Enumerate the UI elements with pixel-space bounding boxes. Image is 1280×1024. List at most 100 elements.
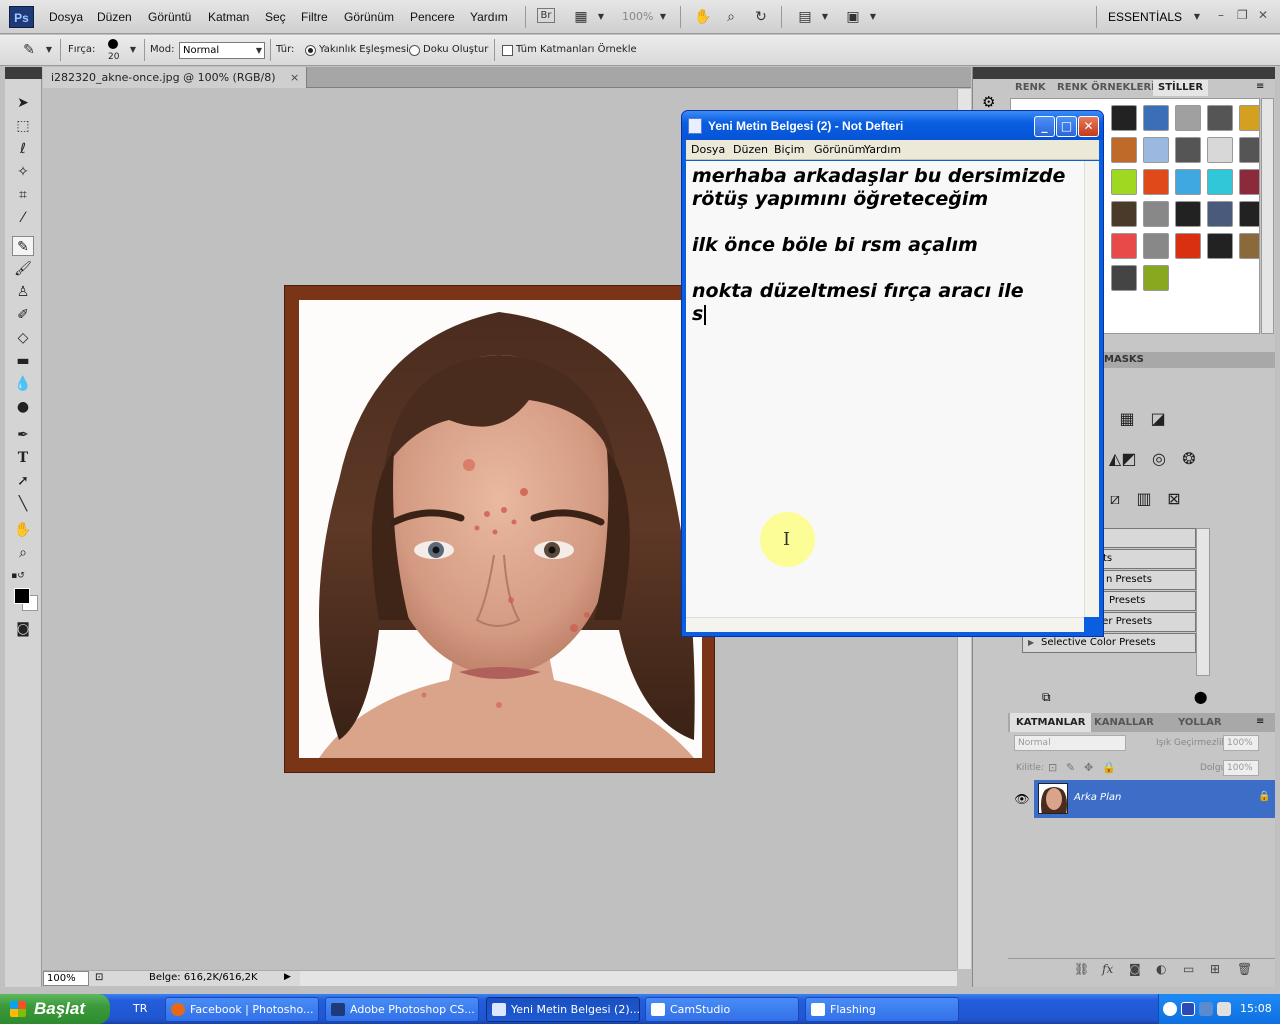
notepad-vertical-scrollbar[interactable] <box>1084 161 1099 617</box>
style-swatch[interactable] <box>1143 265 1169 291</box>
style-swatch[interactable] <box>1143 233 1169 259</box>
canvas-horizontal-scrollbar[interactable] <box>300 970 957 986</box>
network-icon[interactable] <box>1199 1002 1213 1016</box>
blur-tool-icon[interactable]: 💧 <box>12 374 34 394</box>
arrange-documents-icon[interactable]: ▤ <box>796 8 814 26</box>
style-swatch[interactable] <box>1239 233 1259 259</box>
screen-mode-icon[interactable]: ▣ <box>844 8 862 26</box>
close-button[interactable]: ✕ <box>1078 116 1099 137</box>
move-tool-icon[interactable]: ➤ <box>12 93 34 113</box>
workspace-switcher[interactable]: ESSENTİALS <box>1108 10 1182 24</box>
style-swatch[interactable] <box>1239 105 1259 131</box>
style-swatch[interactable] <box>1111 169 1137 195</box>
tab-renk[interactable]: RENK <box>1010 80 1051 96</box>
line-tool-icon[interactable]: ╲ <box>12 494 34 514</box>
panel-menu-icon[interactable]: ≡ <box>1256 716 1264 727</box>
style-swatch[interactable] <box>1175 201 1201 227</box>
channel-mixer-icon[interactable]: ❂ <box>1178 448 1200 470</box>
zoom-tool-icon[interactable]: ⌕ <box>722 8 740 26</box>
np-menu-bicim[interactable]: Biçim <box>774 143 804 156</box>
history-brush-tool-icon[interactable]: ✐ <box>12 305 34 325</box>
notepad-horizontal-scrollbar[interactable] <box>686 617 1084 632</box>
style-swatch[interactable] <box>1239 169 1259 195</box>
maximize-button[interactable]: □ <box>1056 116 1077 137</box>
sample-all-layers-checkbox[interactable] <box>502 45 513 56</box>
dodge-tool-icon[interactable]: ● <box>12 397 34 417</box>
pen-tool-icon[interactable]: ✒ <box>12 425 34 445</box>
chevron-down-icon[interactable]: ▼ <box>592 8 610 26</box>
chevron-down-icon[interactable]: ▼ <box>816 8 834 26</box>
style-swatch[interactable] <box>1239 201 1259 227</box>
fill-input[interactable]: 100% <box>1223 760 1259 776</box>
style-swatch[interactable] <box>1207 201 1233 227</box>
minimize-button[interactable]: _ <box>1034 116 1055 137</box>
exposure-icon[interactable]: ◪ <box>1147 408 1169 430</box>
style-swatch[interactable] <box>1111 233 1137 259</box>
style-swatch[interactable] <box>1175 105 1201 131</box>
status-zoom-input[interactable]: 100% <box>43 971 89 986</box>
np-menu-yardim[interactable]: Yardım <box>864 143 901 156</box>
tab-kanallar[interactable]: KANALLAR <box>1088 713 1160 732</box>
new-layer-icon[interactable]: ⊞ <box>1210 962 1220 976</box>
style-swatch[interactable] <box>1111 265 1137 291</box>
style-swatch[interactable] <box>1207 105 1233 131</box>
minibridge-icon[interactable]: ▦ <box>572 8 590 26</box>
color-balance-icon[interactable]: ◎ <box>1148 448 1170 470</box>
tab-stiller[interactable]: STİLLER <box>1153 80 1209 96</box>
quick-selection-tool-icon[interactable]: ✧ <box>12 162 34 182</box>
style-swatch[interactable] <box>1143 201 1169 227</box>
notepad-text-area[interactable]: merhaba arkadaşlar bu dersimizde rötüş y… <box>686 161 1084 617</box>
style-swatch[interactable] <box>1111 137 1137 163</box>
layer-row-background[interactable]: Arka Plan 🔒 <box>1034 780 1275 818</box>
add-mask-icon[interactable]: ◙ <box>1129 962 1141 976</box>
swap-colors-icon[interactable]: ▪↺ <box>7 566 29 586</box>
style-swatch[interactable] <box>1175 233 1201 259</box>
style-swatch[interactable] <box>1207 137 1233 163</box>
zoom-level[interactable]: 100% <box>622 10 653 23</box>
clip-layer-icon[interactable]: ⬤ <box>1194 690 1207 704</box>
menu-duzen[interactable]: Düzen <box>97 10 132 24</box>
menu-yardim[interactable]: Yardım <box>470 10 508 24</box>
style-swatch[interactable] <box>1143 169 1169 195</box>
rotate-view-icon[interactable]: ↻ <box>752 8 770 26</box>
task-notepad[interactable]: Yeni Metin Belgesi (2)... <box>486 997 640 1022</box>
return-to-list-icon[interactable]: ⧉ <box>1042 690 1051 705</box>
task-facebook[interactable]: Facebook | Photosho... <box>165 997 319 1022</box>
spot-healing-brush-icon[interactable]: ✎ <box>20 41 38 59</box>
menu-filtre[interactable]: Filtre <box>301 10 328 24</box>
brush-tool-icon[interactable]: 🖌 <box>12 259 34 279</box>
mode-select[interactable]: Normal ▼ <box>179 42 265 59</box>
eyedropper-tool-icon[interactable]: ⁄ <box>12 208 34 228</box>
eraser-tool-icon[interactable]: ◇ <box>12 328 34 348</box>
lock-position-icon[interactable]: ✥ <box>1084 761 1093 774</box>
minimize-icon[interactable]: – <box>1218 8 1224 22</box>
task-camstudio[interactable]: CamStudio <box>645 997 799 1022</box>
blend-mode-select[interactable]: Normal <box>1014 735 1126 751</box>
menu-dosya[interactable]: Dosya <box>49 10 83 24</box>
restore-icon[interactable]: ❐ <box>1237 8 1248 22</box>
hue-saturation-icon[interactable]: ◩ <box>1118 448 1140 470</box>
visibility-eye-icon[interactable]: 👁 <box>1012 780 1032 818</box>
task-flashing[interactable]: Flashing <box>805 997 959 1022</box>
np-menu-dosya[interactable]: Dosya <box>691 143 725 156</box>
quick-mask-icon[interactable]: ◙ <box>12 619 34 639</box>
menu-pencere[interactable]: Pencere <box>410 10 455 24</box>
style-swatch[interactable] <box>1207 233 1233 259</box>
style-swatch[interactable] <box>1143 137 1169 163</box>
zoom-tool-icon[interactable]: ⌕ <box>12 543 34 563</box>
lock-transparent-icon[interactable]: ⊡ <box>1048 761 1057 774</box>
link-layers-icon[interactable]: ⛓ <box>1074 962 1089 976</box>
tab-yollar[interactable]: YOLLAR <box>1172 713 1228 732</box>
style-swatch[interactable] <box>1175 169 1201 195</box>
style-swatch[interactable] <box>1239 137 1259 163</box>
bridge-icon[interactable]: Br <box>537 8 555 23</box>
menu-gorunum[interactable]: Görünüm <box>344 10 394 24</box>
chevron-down-icon[interactable]: ▼ <box>40 41 58 59</box>
hand-tool-icon[interactable]: ✋ <box>12 520 34 540</box>
path-selection-tool-icon[interactable]: ➚ <box>12 471 34 491</box>
adjustment-layer-icon[interactable]: ◐ <box>1156 962 1166 976</box>
lock-pixels-icon[interactable]: ✎ <box>1066 761 1075 774</box>
language-indicator[interactable]: TR <box>133 1002 147 1015</box>
menu-katman[interactable]: Katman <box>208 10 249 24</box>
clone-stamp-tool-icon[interactable]: ♙ <box>12 282 34 302</box>
